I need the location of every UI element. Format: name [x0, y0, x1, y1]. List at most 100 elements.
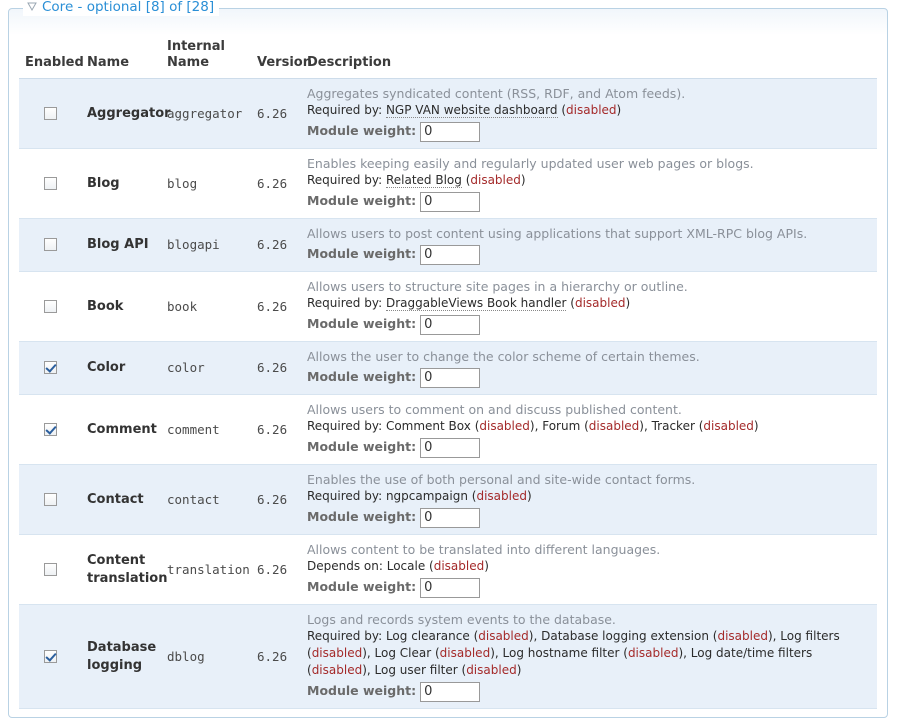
dependency-status: disabled [470, 173, 521, 187]
module-weight-input[interactable] [420, 245, 480, 265]
dependency-status: disabled [434, 559, 485, 573]
module-weight-label: Module weight: [307, 439, 416, 454]
module-weight-group: Module weight: [307, 507, 871, 528]
dependency-status: disabled [717, 629, 768, 643]
fieldset-legend[interactable]: Core - optional [8] of [28] [23, 0, 219, 16]
enable-module-checkbox[interactable] [44, 177, 57, 190]
cell-enabled [19, 342, 81, 395]
table-row: Commentcomment6.26Allows users to commen… [19, 395, 877, 465]
cell-module-name: Contact [81, 465, 161, 535]
dependency-status: disabled [476, 489, 527, 503]
module-weight-input[interactable] [420, 192, 480, 212]
column-header-description: Description [301, 35, 877, 79]
module-dependency-line: Required by: NGP VAN website dashboard (… [307, 102, 871, 119]
cell-enabled [19, 219, 81, 272]
module-weight-label: Module weight: [307, 123, 416, 138]
enable-module-checkbox[interactable] [44, 563, 57, 576]
module-dependency-line: Required by: ngpcampaign (disabled) [307, 488, 871, 505]
table-row: Blogblog6.26Enables keeping easily and r… [19, 149, 877, 219]
cell-module-name: Book [81, 272, 161, 342]
module-weight-group: Module weight: [307, 367, 871, 388]
dependency-prefix: Required by: [307, 489, 382, 503]
module-dependency-line: Depends on: Locale (disabled) [307, 558, 871, 575]
column-header-internal-name: Internal Name [161, 35, 251, 79]
dependency-prefix: Required by: [307, 629, 382, 643]
module-weight-label: Module weight: [307, 509, 416, 524]
cell-description: Allows users to structure site pages in … [301, 272, 877, 342]
module-description-text: Allows users to post content using appli… [307, 225, 871, 242]
enable-module-checkbox[interactable] [44, 493, 57, 506]
cell-enabled [19, 535, 81, 605]
module-weight-input[interactable] [420, 682, 480, 702]
dependency-name: Log filters [780, 629, 839, 643]
cell-internal-name: aggregator [161, 79, 251, 149]
module-weight-input[interactable] [420, 122, 480, 142]
module-dependency-line: Required by: Comment Box (disabled), For… [307, 418, 871, 435]
cell-version: 6.26 [251, 219, 301, 272]
cell-description: Allows users to post content using appli… [301, 219, 877, 272]
module-weight-input[interactable] [420, 578, 480, 598]
cell-internal-name: dblog [161, 605, 251, 709]
dependency-status: disabled [566, 103, 617, 117]
cell-internal-name: blog [161, 149, 251, 219]
table-row: Colorcolor6.26Allows the user to change … [19, 342, 877, 395]
cell-version: 6.26 [251, 79, 301, 149]
table-row: Blog APIblogapi6.26Allows users to post … [19, 219, 877, 272]
dependency-prefix: Required by: [307, 103, 382, 117]
cell-description: Enables keeping easily and regularly upd… [301, 149, 877, 219]
module-weight-input[interactable] [420, 438, 480, 458]
module-weight-input[interactable] [420, 368, 480, 388]
cell-description: Allows the user to change the color sche… [301, 342, 877, 395]
cell-internal-name: color [161, 342, 251, 395]
module-weight-input[interactable] [420, 508, 480, 528]
cell-internal-name: book [161, 272, 251, 342]
dependency-name: Log date/time filters [691, 646, 812, 660]
enable-module-checkbox[interactable] [44, 300, 57, 313]
enable-module-checkbox[interactable] [44, 650, 57, 663]
dependency-prefix: Required by: [307, 296, 382, 310]
dependency-name: Log clearance [386, 629, 470, 643]
cell-description: Aggregates syndicated content (RSS, RDF,… [301, 79, 877, 149]
dependency-status: disabled [440, 646, 491, 660]
cell-module-name: Comment [81, 395, 161, 465]
collapse-triangle-icon[interactable] [26, 0, 38, 12]
cell-version: 6.26 [251, 342, 301, 395]
dependency-name: Database logging extension [541, 629, 709, 643]
dependency-prefix: Required by: [307, 419, 382, 433]
enable-module-checkbox[interactable] [44, 361, 57, 374]
fieldset-legend-link[interactable]: Core - optional [8] of [28] [42, 0, 214, 15]
column-header-name: Name [81, 35, 161, 79]
table-row: Bookbook6.26Allows users to structure si… [19, 272, 877, 342]
dependency-name: Locale [387, 559, 425, 573]
dependency-name: Log hostname filter [503, 646, 620, 660]
dependency-name: Related Blog [386, 173, 462, 188]
module-weight-input[interactable] [420, 315, 480, 335]
table-row: Database loggingdblog6.26Logs and record… [19, 605, 877, 709]
module-description-text: Allows users to comment on and discuss p… [307, 401, 871, 418]
cell-version: 6.26 [251, 465, 301, 535]
dependency-status: disabled [466, 663, 517, 677]
module-description-text: Enables the use of both personal and sit… [307, 471, 871, 488]
column-header-enabled: Enabled [19, 35, 81, 79]
module-dependency-line: Required by: Related Blog (disabled) [307, 172, 871, 189]
dependency-status: disabled [312, 646, 363, 660]
cell-version: 6.26 [251, 605, 301, 709]
enable-module-checkbox[interactable] [44, 238, 57, 251]
enable-module-checkbox[interactable] [44, 107, 57, 120]
dependency-name: NGP VAN website dashboard [386, 103, 558, 118]
cell-module-name: Blog API [81, 219, 161, 272]
module-weight-group: Module weight: [307, 121, 871, 142]
dependency-status: disabled [479, 419, 530, 433]
column-header-version: Version [251, 35, 301, 79]
cell-enabled [19, 465, 81, 535]
module-description-text: Enables keeping easily and regularly upd… [307, 155, 871, 172]
dependency-status: disabled [628, 646, 679, 660]
dependency-status: disabled [575, 296, 626, 310]
dependency-name: DraggableViews Book handler [386, 296, 567, 311]
cell-internal-name: contact [161, 465, 251, 535]
module-weight-label: Module weight: [307, 683, 416, 698]
cell-module-name: Database logging [81, 605, 161, 709]
enable-module-checkbox[interactable] [44, 423, 57, 436]
dependency-prefix: Depends on: [307, 559, 383, 573]
cell-version: 6.26 [251, 535, 301, 605]
